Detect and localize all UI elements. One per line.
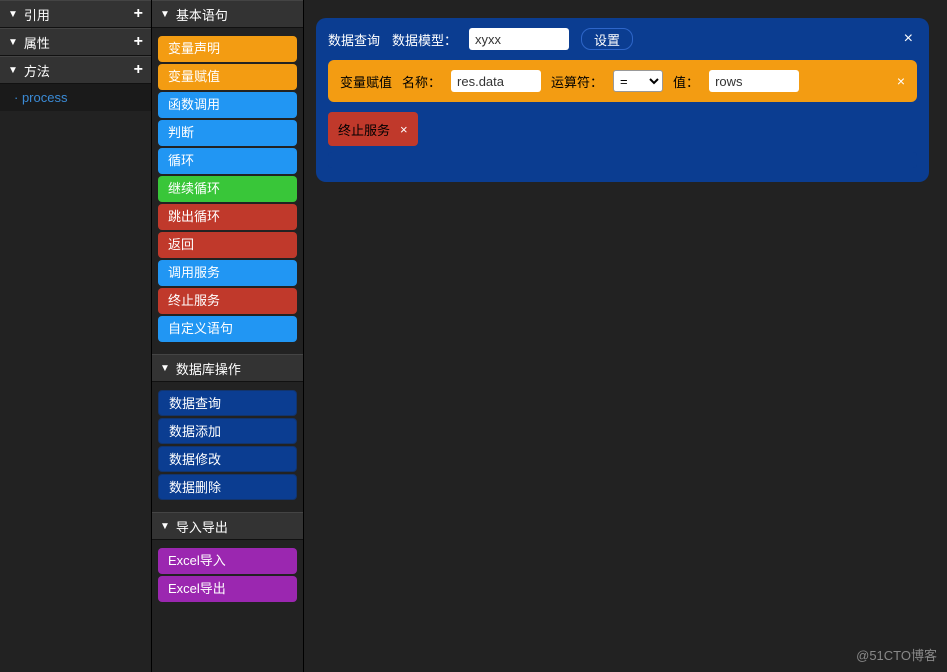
stmt-item[interactable]: 数据删除: [158, 474, 297, 500]
chevron-down-icon: ▼: [8, 37, 18, 48]
plus-icon[interactable]: +: [134, 61, 143, 79]
block-terminate[interactable]: 终止服务 ×: [328, 112, 418, 146]
val-label: 值：: [673, 72, 699, 91]
stmt-item[interactable]: 数据查询: [158, 390, 297, 416]
term-title: 终止服务: [338, 120, 390, 139]
method-item-process[interactable]: process: [0, 84, 151, 111]
block-title: 数据查询: [328, 30, 380, 49]
close-icon[interactable]: ×: [400, 122, 408, 137]
section-methods[interactable]: ▼ 方法 +: [0, 56, 151, 84]
palette-panel: ▼ 基本语句 变量声明变量赋值函数调用判断循环继续循环跳出循环返回调用服务终止服…: [152, 0, 304, 672]
model-input[interactable]: [469, 28, 569, 50]
list-io: Excel导入Excel导出: [152, 540, 303, 614]
stmt-item[interactable]: 继续循环: [158, 176, 297, 202]
stmt-item[interactable]: Excel导入: [158, 548, 297, 574]
watermark: @51CTO博客: [856, 645, 937, 664]
close-icon[interactable]: ×: [897, 73, 905, 89]
name-input[interactable]: [451, 70, 541, 92]
block-assign[interactable]: 变量赋值 名称： 运算符： = 值： ×: [328, 60, 917, 102]
block-data-query[interactable]: 数据查询 数据模型： 设置 × 变量赋值 名称： 运算符： = 值：: [316, 18, 929, 182]
model-label: 数据模型：: [392, 30, 457, 49]
stmt-item[interactable]: 数据添加: [158, 418, 297, 444]
section-label: 属性: [24, 33, 50, 52]
group-io[interactable]: ▼ 导入导出: [152, 512, 303, 540]
assign-title: 变量赋值: [340, 72, 392, 91]
section-attributes[interactable]: ▼ 属性 +: [0, 28, 151, 56]
group-basic[interactable]: ▼ 基本语句: [152, 0, 303, 28]
stmt-item[interactable]: Excel导出: [158, 576, 297, 602]
stmt-item[interactable]: 变量赋值: [158, 64, 297, 90]
stmt-item[interactable]: 判断: [158, 120, 297, 146]
list-db: 数据查询数据添加数据修改数据删除: [152, 382, 303, 512]
stmt-item[interactable]: 函数调用: [158, 92, 297, 118]
settings-button[interactable]: 设置: [581, 28, 633, 50]
chevron-down-icon: ▼: [8, 65, 18, 76]
section-label: 引用: [24, 5, 50, 24]
chevron-down-icon: ▼: [160, 363, 170, 374]
stmt-item[interactable]: 循环: [158, 148, 297, 174]
group-label: 数据库操作: [176, 359, 241, 378]
group-db[interactable]: ▼ 数据库操作: [152, 354, 303, 382]
plus-icon[interactable]: +: [134, 5, 143, 23]
stmt-item[interactable]: 跳出循环: [158, 204, 297, 230]
stmt-item[interactable]: 变量声明: [158, 36, 297, 62]
stmt-item[interactable]: 返回: [158, 232, 297, 258]
name-label: 名称：: [402, 72, 441, 91]
stmt-item[interactable]: 数据修改: [158, 446, 297, 472]
stmt-item[interactable]: 自定义语句: [158, 316, 297, 342]
chevron-down-icon: ▼: [160, 521, 170, 532]
stmt-item[interactable]: 终止服务: [158, 288, 297, 314]
plus-icon[interactable]: +: [134, 33, 143, 51]
group-label: 导入导出: [176, 517, 228, 536]
left-panel: ▼ 引用 + ▼ 属性 + ▼ 方法 + process: [0, 0, 152, 672]
section-label: 方法: [24, 61, 50, 80]
chevron-down-icon: ▼: [160, 9, 170, 20]
stmt-item[interactable]: 调用服务: [158, 260, 297, 286]
list-basic: 变量声明变量赋值函数调用判断循环继续循环跳出循环返回调用服务终止服务自定义语句: [152, 28, 303, 354]
chevron-down-icon: ▼: [8, 9, 18, 20]
op-select[interactable]: =: [613, 70, 663, 92]
canvas: 数据查询 数据模型： 设置 × 变量赋值 名称： 运算符： = 值：: [304, 0, 947, 672]
section-reference[interactable]: ▼ 引用 +: [0, 0, 151, 28]
block-footer: [328, 152, 917, 168]
group-label: 基本语句: [176, 5, 228, 24]
val-input[interactable]: [709, 70, 799, 92]
close-icon[interactable]: ×: [900, 30, 917, 48]
op-label: 运算符：: [551, 72, 603, 91]
